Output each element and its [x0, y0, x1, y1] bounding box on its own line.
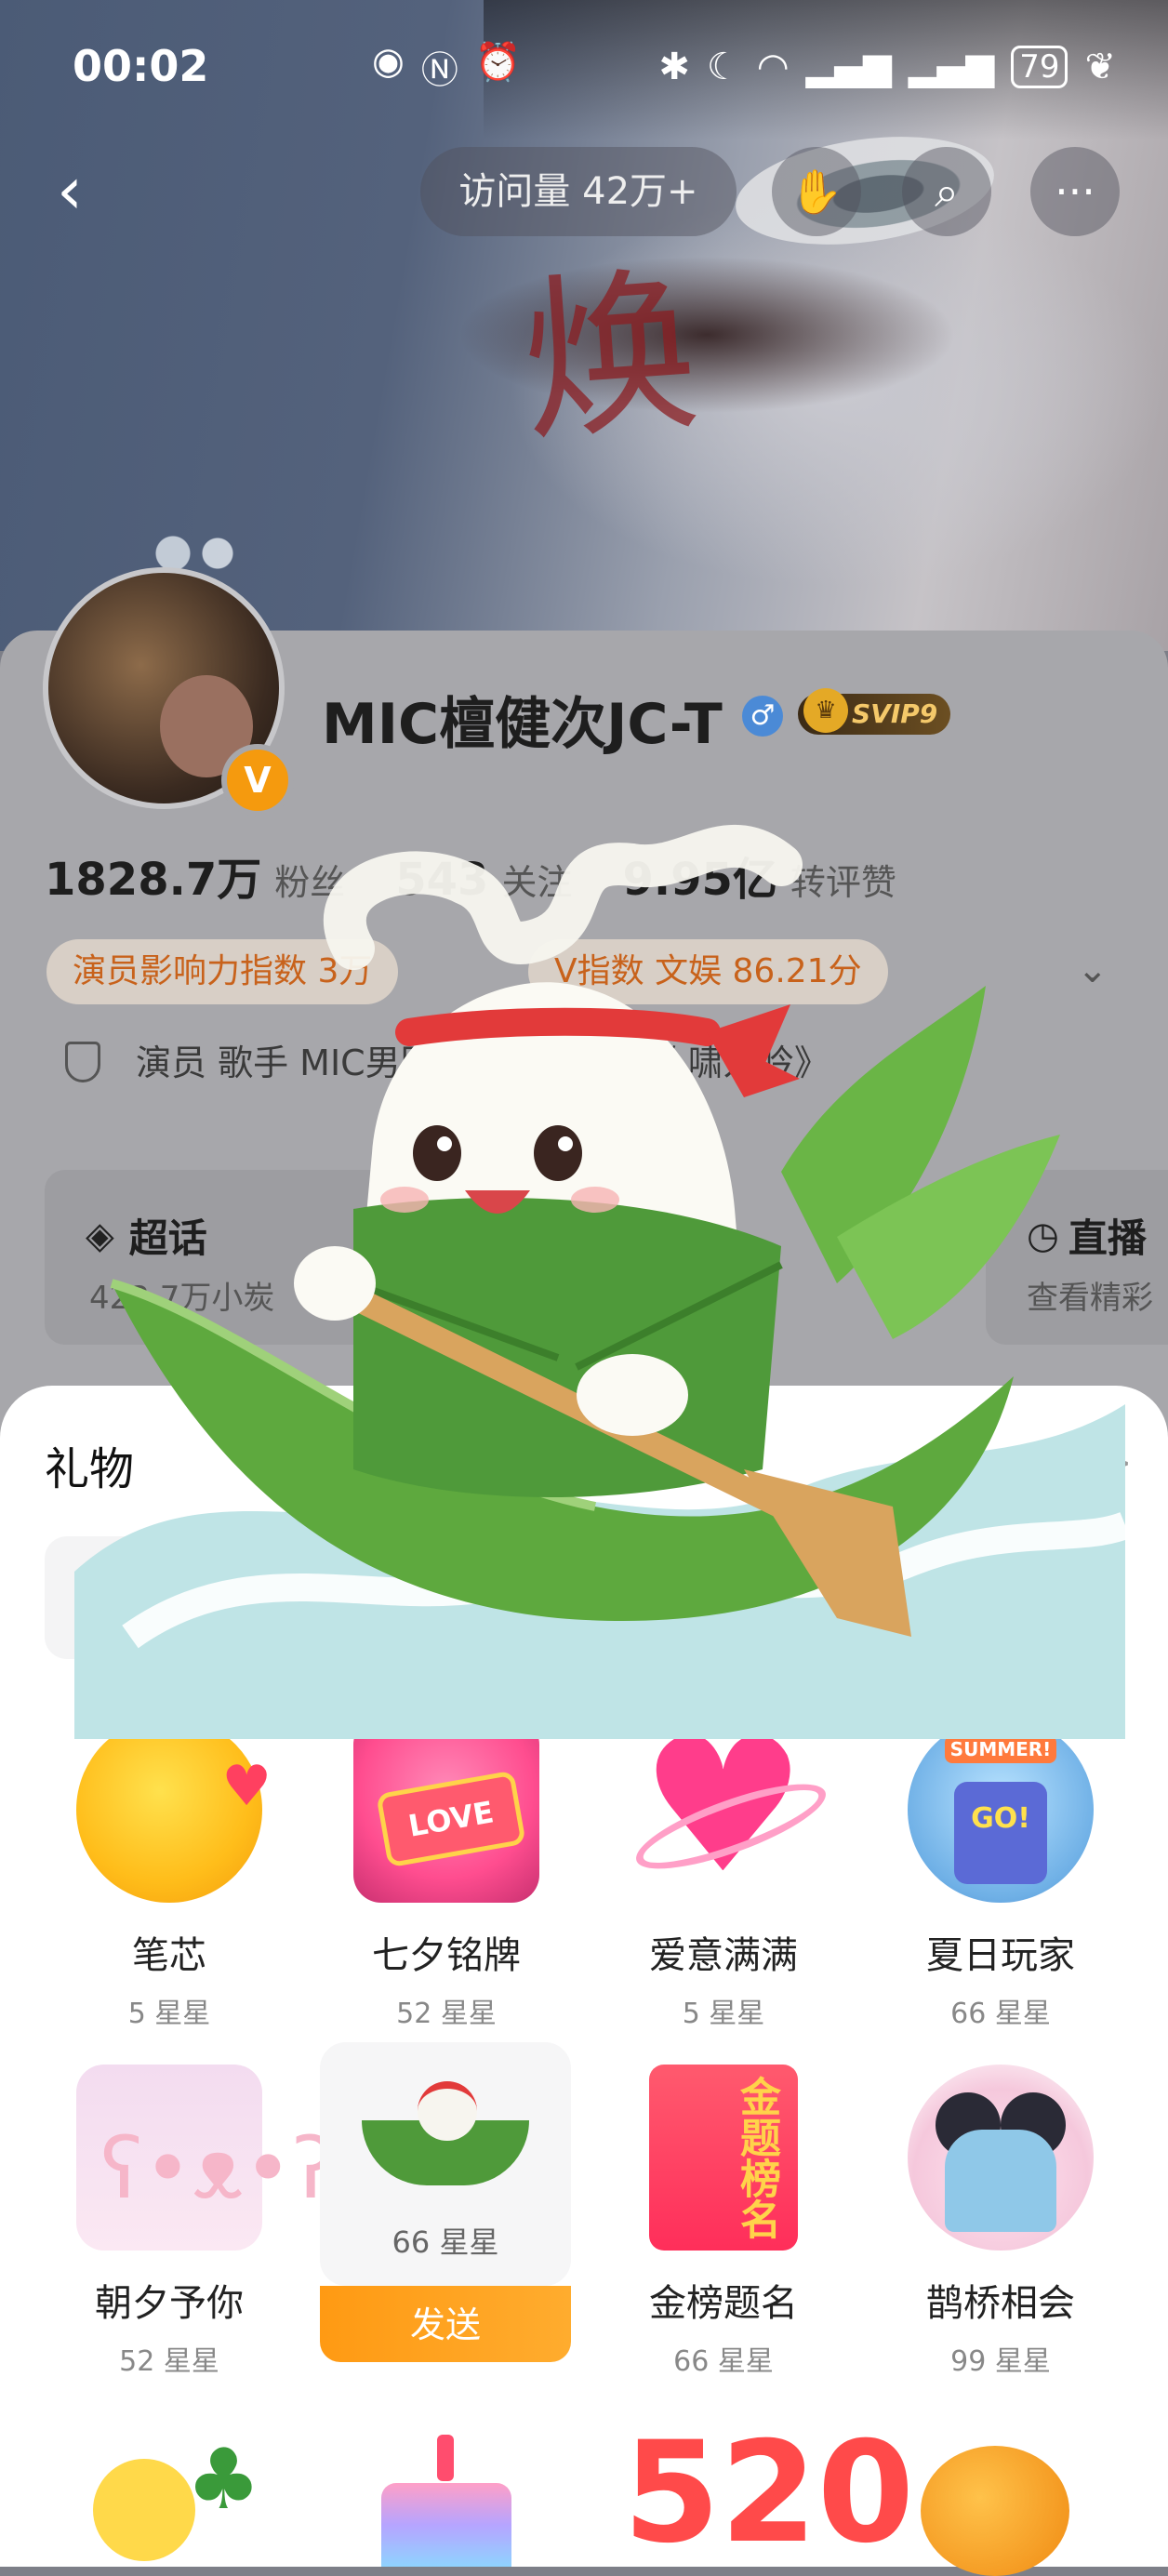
zongzi-boat-icon: [352, 2065, 538, 2213]
cake-gift-icon[interactable]: [353, 2418, 539, 2567]
gift-item[interactable]: SUMMER! GO! 夏日玩家 66 星星: [870, 1717, 1131, 2070]
love-plaque-icon: LOVE: [353, 1717, 539, 1903]
gift-item[interactable]: ʕ•ᴥ•ʔ 朝夕予你 52 星星: [39, 2065, 336, 2418]
scroll-icon: 金题榜名: [630, 2065, 816, 2251]
bears-icon: ʕ•ᴥ•ʔ: [76, 2065, 336, 2251]
520-gift-icon[interactable]: 520: [623, 2414, 914, 2572]
zongzi-animation-overlay: [74, 825, 1125, 1739]
crown-icon: ♛: [803, 688, 848, 733]
gift-item[interactable]: ♥ 爱意满满 5 星星: [593, 1698, 854, 2070]
alarm-icon: ⏰: [474, 41, 522, 84]
eye-icon: ◉: [372, 40, 405, 83]
male-icon: ♂: [742, 696, 783, 737]
nfc-icon: Ⓝ: [420, 49, 458, 92]
signal-icon: ▂▄▆: [908, 46, 995, 88]
wifi-icon: ◠: [756, 46, 790, 88]
signal-icon: ▂▄▆: [805, 46, 892, 88]
back-icon[interactable]: ‹: [37, 158, 102, 223]
gift-item[interactable]: 鹊桥相会 99 星星: [870, 2065, 1131, 2418]
heart-planet-icon: ♥: [627, 1698, 835, 1915]
gift-item[interactable]: ♥ 笔芯 5 星星: [39, 1717, 299, 2070]
arcade-icon: SUMMER! GO!: [908, 1717, 1094, 1903]
status-icons: ◉ Ⓝ ⏰ ✱ ☾ ◠ ▂▄▆ ▂▄▆ 79 ❦: [372, 39, 1116, 95]
roast-chicken-gift-icon[interactable]: [911, 2427, 1079, 2576]
more-icon[interactable]: ···: [1030, 147, 1120, 236]
status-time: 00:02: [73, 41, 209, 91]
kiss-emoji-icon: ♥: [76, 1717, 272, 1903]
gift-item[interactable]: 金题榜名 金榜题名 66 星星: [593, 2065, 854, 2418]
battery-indicator: 79: [1011, 46, 1068, 88]
search-icon[interactable]: ⌕: [902, 147, 991, 236]
gift-item[interactable]: LOVE 七夕铭牌 52 星星: [316, 1717, 577, 2070]
cover-calligraphy: 焕: [514, 248, 706, 467]
bluetooth-icon: ✱: [658, 46, 690, 88]
leaf-icon: ❦: [1084, 46, 1116, 88]
couple-icon: [908, 2065, 1094, 2251]
svip-badge[interactable]: ♛ SVIP9: [798, 688, 951, 735]
gift-item-selected[interactable]: 66 星星: [320, 2042, 571, 2286]
user-name: MIC檀健次JC-T: [322, 692, 723, 757]
beach-gift-icon[interactable]: ♣: [74, 2422, 261, 2567]
send-gift-button[interactable]: 发送: [320, 2286, 571, 2362]
moon-icon: ☾: [706, 46, 740, 88]
visit-count-button[interactable]: 访问量 42万+: [420, 147, 737, 236]
poke-icon[interactable]: ✋: [772, 147, 861, 236]
